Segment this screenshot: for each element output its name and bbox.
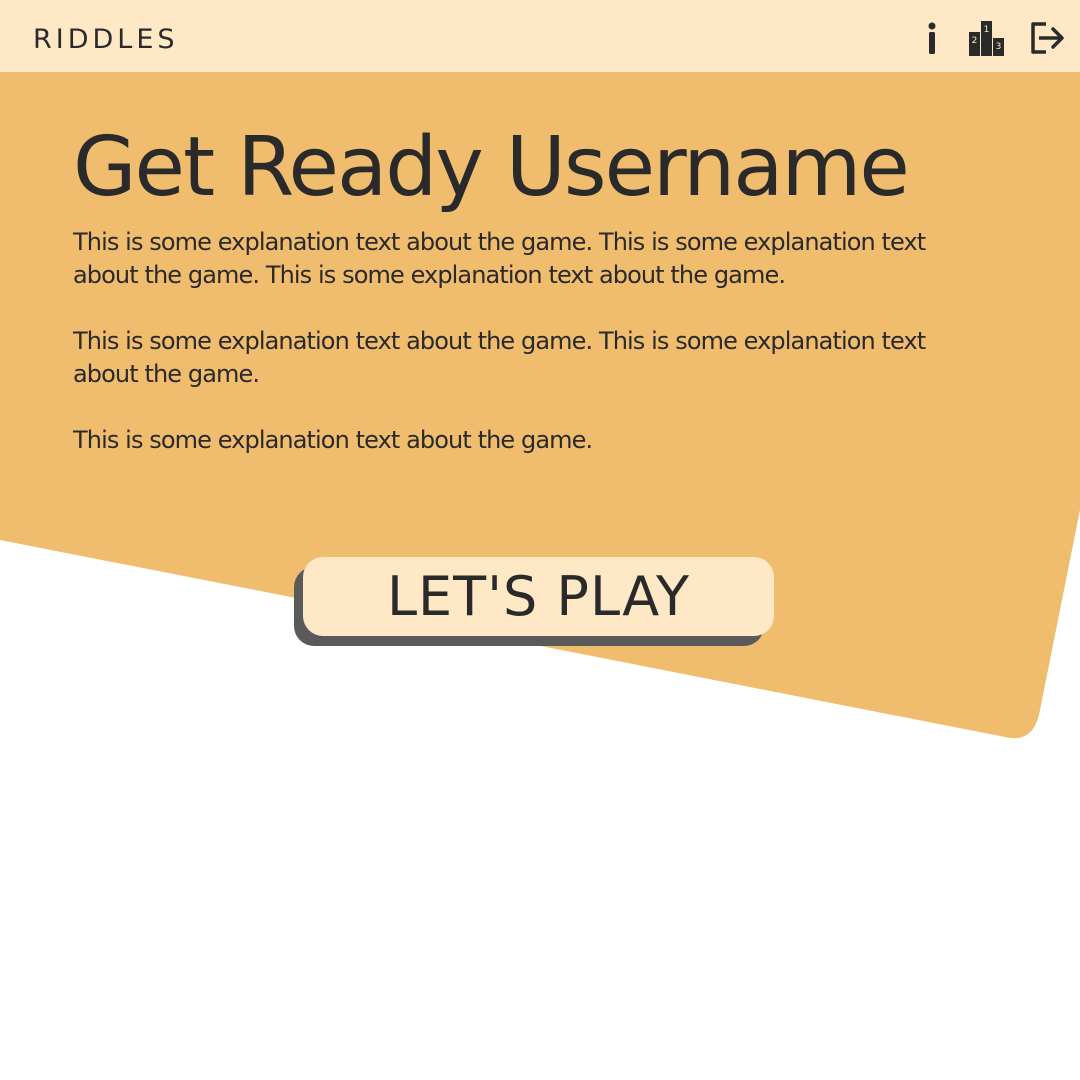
leaderboard-button[interactable]: 2 1 3 <box>966 16 1006 60</box>
lets-play-button[interactable]: LET'S PLAY <box>303 557 774 636</box>
paragraph-2-line-2: about the game. <box>73 360 260 388</box>
main-content: Get Ready Username This is some explanat… <box>73 110 933 490</box>
podium-rank-1: 1 <box>984 25 990 35</box>
paragraph-1-line-1: This is some explanation text about the … <box>73 228 926 256</box>
podium-rank-2: 2 <box>972 36 978 46</box>
podium-icon: 2 1 3 <box>969 21 1004 56</box>
explanation-paragraph-1: This is some explanation text about the … <box>73 226 933 292</box>
logout-button[interactable] <box>1028 16 1068 60</box>
info-icon <box>928 22 936 54</box>
podium-rank-3: 3 <box>996 42 1002 52</box>
explanation-paragraph-2: This is some explanation text about the … <box>73 325 933 391</box>
logout-icon <box>1031 22 1064 54</box>
play-button-group: LET'S PLAY <box>294 557 774 647</box>
paragraph-1-line-2: about the game. This is some explanation… <box>73 261 786 289</box>
info-button[interactable] <box>912 16 952 60</box>
app-title: RIDDLES <box>33 24 179 55</box>
page-title: Get Ready Username <box>73 120 910 215</box>
paragraph-2-line-1: This is some explanation text about the … <box>73 327 926 355</box>
explanation-paragraph-3: This is some explanation text about the … <box>73 426 593 454</box>
top-bar: RIDDLES 2 1 3 <box>0 0 1080 72</box>
